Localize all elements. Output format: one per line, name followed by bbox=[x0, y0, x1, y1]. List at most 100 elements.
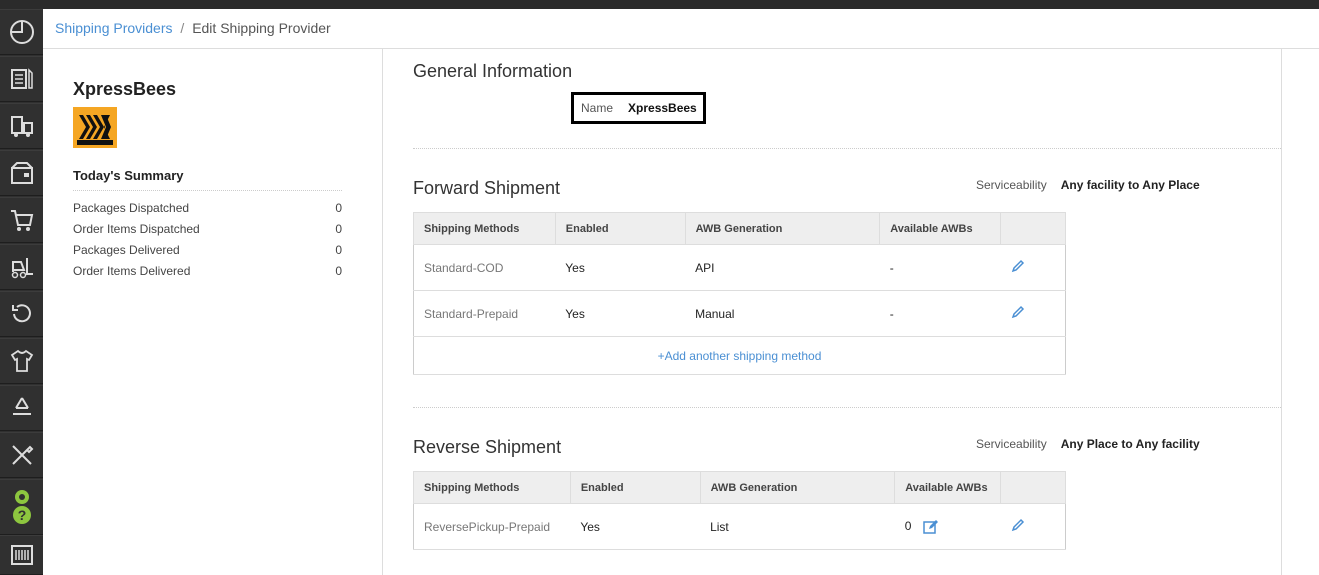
serviceability-value: Any Place to Any facility bbox=[1060, 437, 1200, 451]
sidebar: ? bbox=[0, 9, 43, 575]
enabled-cell: Yes bbox=[555, 290, 686, 337]
column-header: AWB Generation bbox=[699, 471, 896, 504]
breadcrumb-link-shipping-providers[interactable]: Shipping Providers bbox=[55, 20, 173, 36]
edit-cell bbox=[1000, 290, 1066, 337]
summary-row: Order Items Delivered 0 bbox=[73, 264, 342, 278]
dashboard-icon bbox=[9, 20, 34, 44]
sidebar-item-dashboard[interactable] bbox=[0, 9, 43, 55]
edit-awbs-icon[interactable] bbox=[923, 519, 939, 535]
forklift-icon bbox=[11, 258, 33, 279]
method-cell: Standard-COD bbox=[413, 244, 556, 291]
sidebar-item-returns[interactable] bbox=[0, 291, 43, 337]
sidebar-item-recycle[interactable] bbox=[0, 385, 43, 431]
sidebar-item-shipping[interactable] bbox=[0, 103, 43, 149]
returns-icon bbox=[11, 304, 31, 323]
method-cell: ReversePickup-Prepaid bbox=[413, 503, 571, 550]
right-border bbox=[1281, 49, 1282, 575]
edit-cell bbox=[1000, 503, 1066, 550]
serviceability-label: Serviceability bbox=[976, 437, 1047, 451]
edit-pencil-icon[interactable] bbox=[1011, 259, 1025, 273]
method-cell: Standard-Prepaid bbox=[413, 290, 556, 337]
column-header-actions bbox=[1000, 212, 1066, 245]
awb-generation-cell: List bbox=[700, 503, 895, 550]
edit-pencil-icon[interactable] bbox=[1011, 305, 1025, 319]
top-bar bbox=[0, 0, 1319, 9]
available-awbs-cell: 0 bbox=[894, 503, 1001, 550]
summary-value: 0 bbox=[335, 264, 342, 278]
shipping-truck-icon bbox=[10, 116, 33, 137]
forward-serviceability: Serviceability Any facility to Any Place bbox=[976, 178, 1200, 192]
enabled-cell: Yes bbox=[570, 503, 701, 550]
available-awbs-value: 0 bbox=[904, 518, 912, 533]
table-row: ReversePickup-Prepaid Yes List 0 bbox=[413, 503, 1066, 550]
recycle-icon bbox=[12, 397, 31, 415]
section-divider bbox=[413, 148, 1281, 149]
column-header: Shipping Methods bbox=[413, 212, 556, 245]
summary-row: Packages Delivered 0 bbox=[73, 243, 342, 257]
sidebar-item-settings-help[interactable]: ? bbox=[0, 479, 43, 535]
column-header: Enabled bbox=[569, 471, 701, 504]
settings-help-icon: ? bbox=[12, 490, 31, 524]
provider-logo bbox=[73, 107, 117, 148]
section-divider bbox=[413, 407, 1281, 408]
add-shipping-method-link[interactable]: +Add another shipping method bbox=[413, 336, 1066, 375]
general-information-title: General Information bbox=[413, 61, 573, 81]
summary-row: Order Items Dispatched 0 bbox=[73, 222, 342, 236]
summary-value: 0 bbox=[335, 243, 342, 257]
barcode-icon bbox=[10, 545, 33, 565]
add-method-row: +Add another shipping method bbox=[413, 336, 1066, 375]
summary-value: 0 bbox=[335, 201, 342, 215]
summary-label: Packages Dispatched bbox=[73, 201, 190, 215]
forward-shipping-methods-table: Shipping Methods Enabled AWB Generation … bbox=[413, 212, 1066, 375]
column-header-actions bbox=[1000, 471, 1066, 504]
sidebar-item-cart[interactable] bbox=[0, 197, 43, 243]
svg-text:?: ? bbox=[17, 507, 26, 523]
summary-row: Packages Dispatched 0 bbox=[73, 201, 342, 215]
todays-summary-title: Today's Summary bbox=[73, 168, 342, 191]
column-header: Available AWBs bbox=[894, 471, 1002, 504]
sidebar-item-orders[interactable] bbox=[0, 56, 43, 102]
orders-icon bbox=[10, 68, 33, 89]
sidebar-item-apparel[interactable] bbox=[0, 338, 43, 384]
edit-cell bbox=[1000, 244, 1066, 291]
sidebar-item-inventory[interactable] bbox=[0, 150, 43, 196]
provider-name: XpressBees bbox=[73, 79, 177, 99]
reverse-shipping-methods-table: Shipping Methods Enabled AWB Generation … bbox=[413, 471, 1066, 550]
provider-name-field: Name XpressBees bbox=[571, 92, 706, 124]
enabled-cell: Yes bbox=[555, 244, 686, 291]
breadcrumb-separator: / bbox=[180, 20, 185, 36]
apparel-icon bbox=[10, 349, 33, 372]
sidebar-item-tools[interactable] bbox=[0, 432, 43, 478]
sidebar-item-barcode[interactable] bbox=[0, 535, 43, 575]
awb-generation-cell: API bbox=[685, 244, 880, 291]
summary-value: 0 bbox=[335, 222, 342, 236]
serviceability-label: Serviceability bbox=[976, 178, 1047, 192]
main-content: Shipping Providers / Edit Shipping Provi… bbox=[43, 9, 1319, 575]
reverse-serviceability: Serviceability Any Place to Any facility bbox=[976, 437, 1200, 451]
forward-shipment-title: Forward Shipment bbox=[413, 178, 561, 198]
cart-icon bbox=[10, 210, 33, 231]
available-awbs-cell: - bbox=[879, 244, 1001, 291]
summary-label: Packages Delivered bbox=[73, 243, 180, 257]
edit-pencil-icon[interactable] bbox=[1011, 518, 1025, 532]
serviceability-value: Any facility to Any Place bbox=[1060, 178, 1200, 192]
awb-generation-cell: Manual bbox=[685, 290, 880, 337]
tools-icon bbox=[11, 445, 33, 465]
xpressbees-logo-icon bbox=[73, 107, 117, 148]
column-header: AWB Generation bbox=[684, 212, 881, 245]
table-row: Standard-COD Yes API - bbox=[413, 244, 1066, 291]
summary-label: Order Items Dispatched bbox=[73, 222, 200, 236]
reverse-shipment-title: Reverse Shipment bbox=[413, 437, 562, 457]
table-row: Standard-Prepaid Yes Manual - bbox=[413, 290, 1066, 337]
name-value: XpressBees bbox=[628, 101, 697, 115]
column-header: Shipping Methods bbox=[413, 471, 571, 504]
breadcrumb-current: Edit Shipping Provider bbox=[192, 20, 331, 36]
column-header: Enabled bbox=[554, 212, 686, 245]
inventory-box-icon bbox=[10, 162, 33, 184]
summary-label: Order Items Delivered bbox=[73, 264, 191, 278]
provider-summary-pane: XpressBees Today's Summary Packages Disp… bbox=[43, 49, 383, 575]
sidebar-item-forklift[interactable] bbox=[0, 244, 43, 290]
column-header: Available AWBs bbox=[879, 212, 1002, 245]
available-awbs-cell: - bbox=[879, 290, 1001, 337]
breadcrumb: Shipping Providers / Edit Shipping Provi… bbox=[43, 9, 1319, 49]
